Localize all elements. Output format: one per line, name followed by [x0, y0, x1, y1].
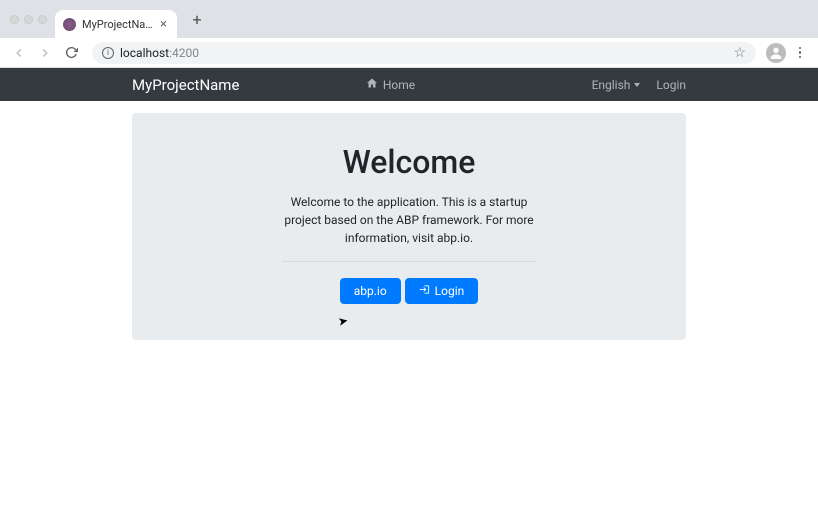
- nav-home-link[interactable]: Home: [366, 77, 415, 92]
- nav-home-label: Home: [383, 78, 415, 92]
- welcome-heading: Welcome: [156, 143, 662, 181]
- browser-menu-button[interactable]: [790, 43, 810, 63]
- content-area: Welcome Welcome to the application. This…: [0, 101, 818, 352]
- site-info-icon[interactable]: i: [102, 47, 114, 59]
- chevron-down-icon: [634, 83, 640, 87]
- tab-close-button[interactable]: ×: [158, 17, 169, 32]
- tab-favicon: [63, 18, 76, 31]
- home-icon: [366, 77, 378, 92]
- new-tab-button[interactable]: +: [185, 7, 209, 31]
- language-label: English: [592, 78, 631, 92]
- forward-button[interactable]: [34, 42, 56, 64]
- window-maximize[interactable]: [38, 15, 47, 24]
- sign-in-icon: [419, 284, 430, 298]
- nav-login-link[interactable]: Login: [656, 78, 686, 92]
- language-dropdown[interactable]: English: [592, 78, 641, 92]
- browser-toolbar: i localhost:4200 ☆: [0, 38, 818, 68]
- browser-tab-strip: MyProjectName × +: [0, 0, 818, 38]
- window-minimize[interactable]: [24, 15, 33, 24]
- login-button[interactable]: Login: [405, 278, 479, 304]
- reload-button[interactable]: [60, 42, 82, 64]
- bookmark-icon[interactable]: ☆: [733, 45, 746, 61]
- welcome-card: Welcome Welcome to the application. This…: [132, 113, 686, 340]
- abp-io-button[interactable]: abp.io: [340, 278, 401, 304]
- window-close[interactable]: [10, 15, 19, 24]
- profile-button[interactable]: [766, 43, 786, 63]
- login-button-label: Login: [435, 284, 465, 298]
- window-controls: [10, 15, 47, 24]
- url-port: :4200: [169, 46, 199, 60]
- nav-right: English Login: [592, 78, 686, 92]
- nav-center: Home: [189, 77, 591, 92]
- page-viewport: MyProjectName Home English Login Welcome…: [0, 68, 818, 513]
- back-button[interactable]: [8, 42, 30, 64]
- address-bar[interactable]: i localhost:4200 ☆: [92, 42, 756, 64]
- abp-io-label: abp.io: [354, 284, 387, 298]
- browser-tab[interactable]: MyProjectName ×: [55, 10, 177, 38]
- button-row: abp.io Login: [156, 278, 662, 304]
- divider: [282, 261, 537, 262]
- welcome-description: Welcome to the application. This is a st…: [279, 193, 539, 247]
- tab-title: MyProjectName: [82, 18, 158, 31]
- app-navbar: MyProjectName Home English Login: [0, 68, 818, 101]
- url-host: localhost: [120, 46, 169, 60]
